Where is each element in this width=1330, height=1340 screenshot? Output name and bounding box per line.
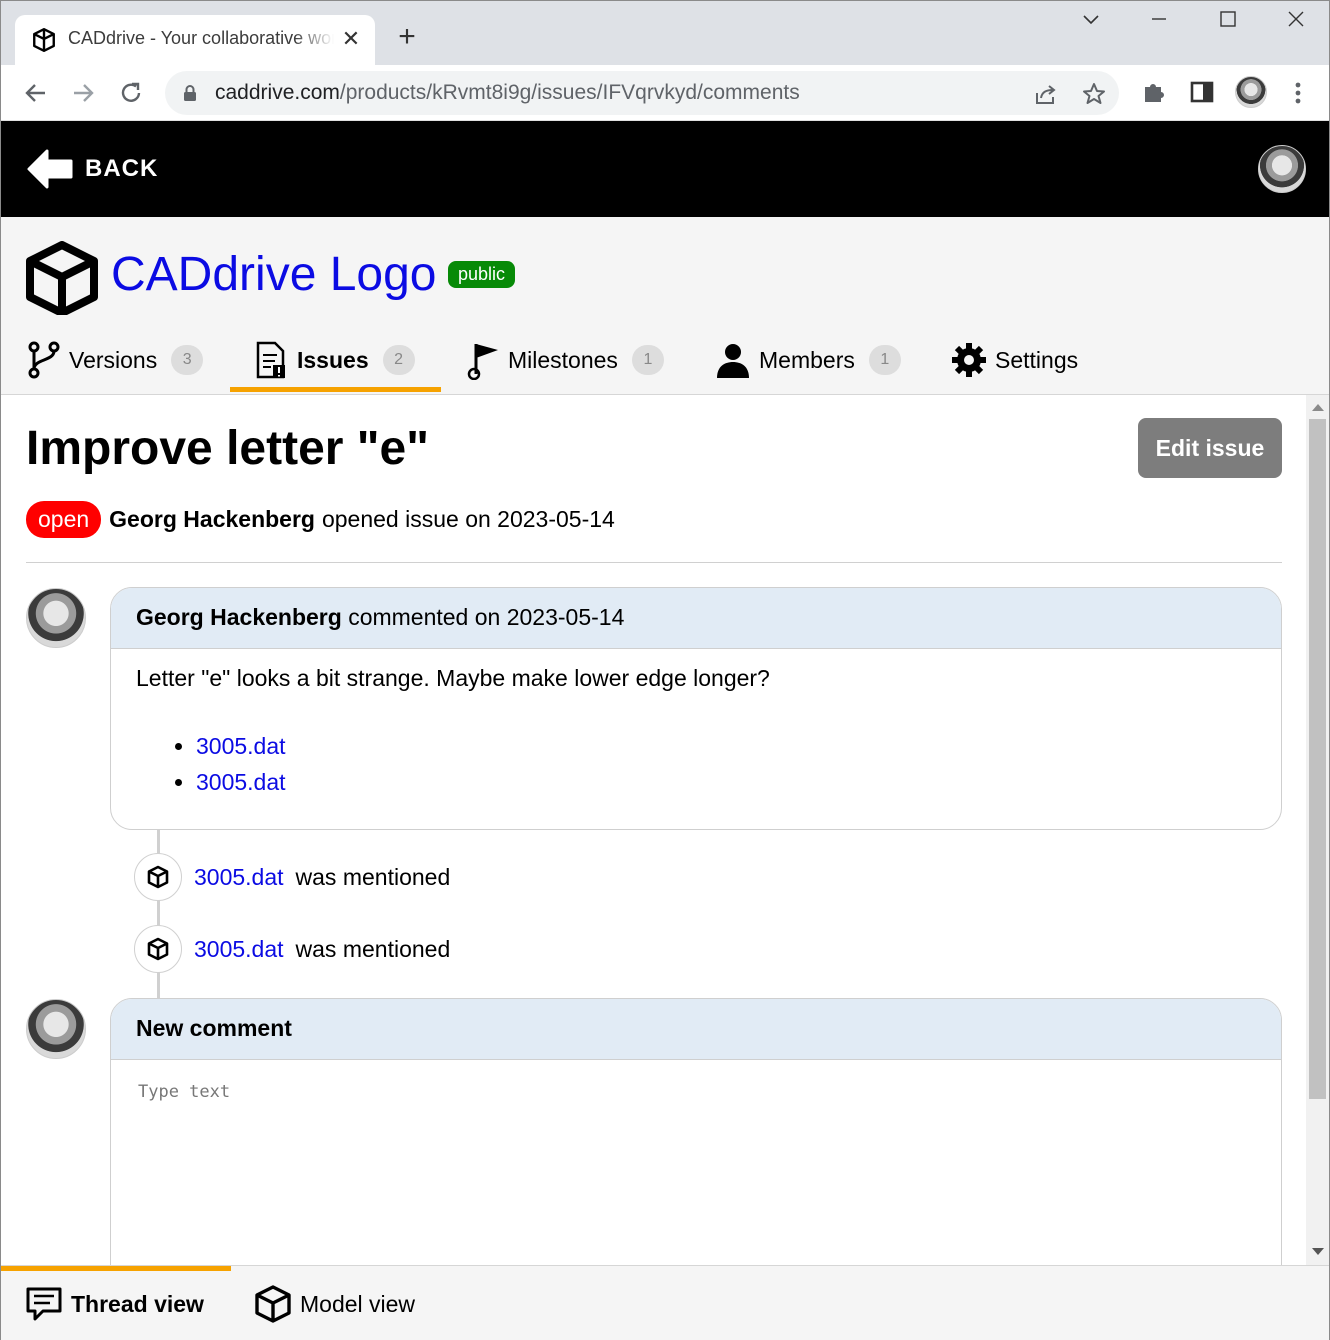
window-close-icon[interactable] [1276, 9, 1316, 39]
chat-bubble-icon [26, 1287, 62, 1321]
model-view-tab[interactable]: Model view [254, 1266, 415, 1340]
product-name-link[interactable]: CADdrive Logo [111, 247, 437, 302]
tab-milestones[interactable]: Milestones 1 [464, 325, 664, 395]
browser-tabstrip: CADdrive - Your collaborative workspace … [1, 1, 1329, 65]
scroll-down-icon[interactable] [1312, 1248, 1324, 1255]
thread-view-tab[interactable]: Thread view [25, 1266, 204, 1340]
cube-icon [134, 853, 182, 901]
new-comment-header: New comment [111, 999, 1281, 1060]
app-header: BACK [1, 121, 1329, 217]
browser-menu-kebab-icon[interactable] [1286, 78, 1316, 108]
current-user-avatar [26, 999, 86, 1059]
product-cube-icon [26, 241, 98, 315]
comment-author: Georg Hackenberg [136, 604, 342, 630]
scroll-up-icon[interactable] [1312, 404, 1324, 411]
cube-icon [134, 925, 182, 973]
tab-count-badge: 2 [382, 345, 415, 375]
tab-search-chevron-icon[interactable] [1071, 9, 1111, 39]
tab-count-badge: 1 [631, 345, 664, 375]
issue-status-line: open Georg Hackenberg opened issue on 20… [26, 501, 615, 538]
tab-versions[interactable]: Versions 3 [27, 325, 204, 395]
scrollbar[interactable] [1306, 395, 1329, 1265]
lock-icon [184, 85, 196, 101]
cube-icon [255, 1285, 291, 1323]
new-comment-card: New comment [110, 998, 1282, 1265]
back-arrow-icon [27, 149, 73, 189]
maximize-icon[interactable] [1208, 9, 1248, 39]
mention-event: 3005.dat was mentioned [134, 853, 450, 901]
issue-title: Improve letter "e" [26, 422, 429, 475]
tab-label: Issues [297, 346, 369, 373]
cube-favicon-icon [33, 27, 55, 53]
issue-thread: Improve letter "e" Edit issue open Georg… [1, 395, 1306, 1265]
browser-profile-avatar[interactable] [1235, 76, 1267, 108]
back-label: BACK [85, 155, 159, 182]
minimize-icon[interactable] [1139, 9, 1179, 39]
tab-count-badge: 3 [171, 345, 204, 375]
file-link[interactable]: 3005.dat [196, 733, 286, 759]
side-panel-icon[interactable] [1188, 78, 1218, 108]
visibility-badge: public [448, 261, 516, 288]
mention-event: 3005.dat was mentioned [134, 925, 450, 973]
divider [26, 562, 1282, 563]
milestone-flag-icon [467, 344, 498, 380]
address-bar[interactable]: caddrive.com/products/kRvmt8i9g/issues/I… [165, 71, 1119, 115]
tab-label: Settings [995, 346, 1079, 373]
browser-toolbar: caddrive.com/products/kRvmt8i9g/issues/I… [1, 65, 1329, 121]
user-avatar[interactable] [1258, 145, 1306, 193]
url-text: caddrive.com/products/kRvmt8i9g/issues/I… [215, 81, 800, 104]
comment-file-list: 3005.dat 3005.dat [196, 728, 1256, 800]
mention-text: was mentioned [295, 863, 451, 890]
list-item: 3005.dat [196, 728, 1256, 764]
tab-settings[interactable]: Settings [951, 325, 1078, 395]
tab-label: Versions [69, 346, 158, 373]
tab-label: Milestones [508, 346, 618, 373]
issue-author: Georg Hackenberg [109, 506, 315, 532]
tab-issues[interactable]: Issues 2 [255, 325, 415, 395]
comment-body: Letter "e" looks a bit strange. Maybe ma… [111, 649, 1281, 820]
tab-label: Members [759, 346, 855, 373]
mention-file-link[interactable]: 3005.dat [194, 936, 284, 963]
back-button[interactable]: BACK [25, 147, 158, 191]
comment-text: Letter "e" looks a bit strange. Maybe ma… [136, 665, 770, 691]
member-person-icon [717, 344, 749, 378]
file-link[interactable]: 3005.dat [196, 769, 286, 795]
share-icon[interactable] [1033, 81, 1059, 107]
product-header: CADdrive Logo public Versions 3 Issues 2 [1, 217, 1329, 395]
list-item: 3005.dat [196, 764, 1256, 800]
view-switcher: Thread view Model view [1, 1265, 1329, 1340]
model-view-label: Model view [300, 1290, 416, 1317]
status-badge: open [26, 501, 102, 538]
mention-file-link[interactable]: 3005.dat [194, 864, 284, 891]
tab-close-icon[interactable]: ✕ [339, 27, 363, 51]
comment-text-input[interactable] [111, 1060, 1281, 1265]
active-tab-indicator [230, 387, 441, 392]
tab-count-badge: 1 [868, 345, 901, 375]
edit-issue-button[interactable]: Edit issue [1138, 418, 1282, 478]
browser-tab[interactable]: CADdrive - Your collaborative workspace … [15, 15, 375, 65]
version-branch-icon [28, 341, 60, 379]
back-arrow-icon[interactable] [21, 78, 51, 108]
tab-members[interactable]: Members 1 [715, 325, 901, 395]
comment-card: Georg Hackenberg commented on 2023-05-14… [110, 587, 1282, 830]
issue-document-icon [256, 341, 285, 379]
scroll-thumb[interactable] [1309, 419, 1326, 1099]
extensions-puzzle-icon[interactable] [1140, 78, 1170, 108]
new-tab-icon[interactable]: + [393, 22, 421, 52]
comment-meta: commented on 2023-05-14 [348, 604, 625, 630]
mention-text: was mentioned [295, 935, 451, 962]
tab-title: CADdrive - Your collaborative workspace [68, 28, 334, 48]
thread-view-label: Thread view [71, 1290, 204, 1317]
forward-arrow-icon[interactable] [68, 78, 98, 108]
new-comment-title: New comment [136, 1015, 292, 1041]
comment-author-avatar [26, 588, 86, 648]
gear-icon [952, 343, 986, 377]
bookmark-star-icon[interactable] [1081, 81, 1107, 107]
comment-header: Georg Hackenberg commented on 2023-05-14 [111, 588, 1281, 649]
issue-opened-text: opened issue on 2023-05-14 [321, 506, 615, 532]
reload-icon[interactable] [116, 78, 146, 108]
